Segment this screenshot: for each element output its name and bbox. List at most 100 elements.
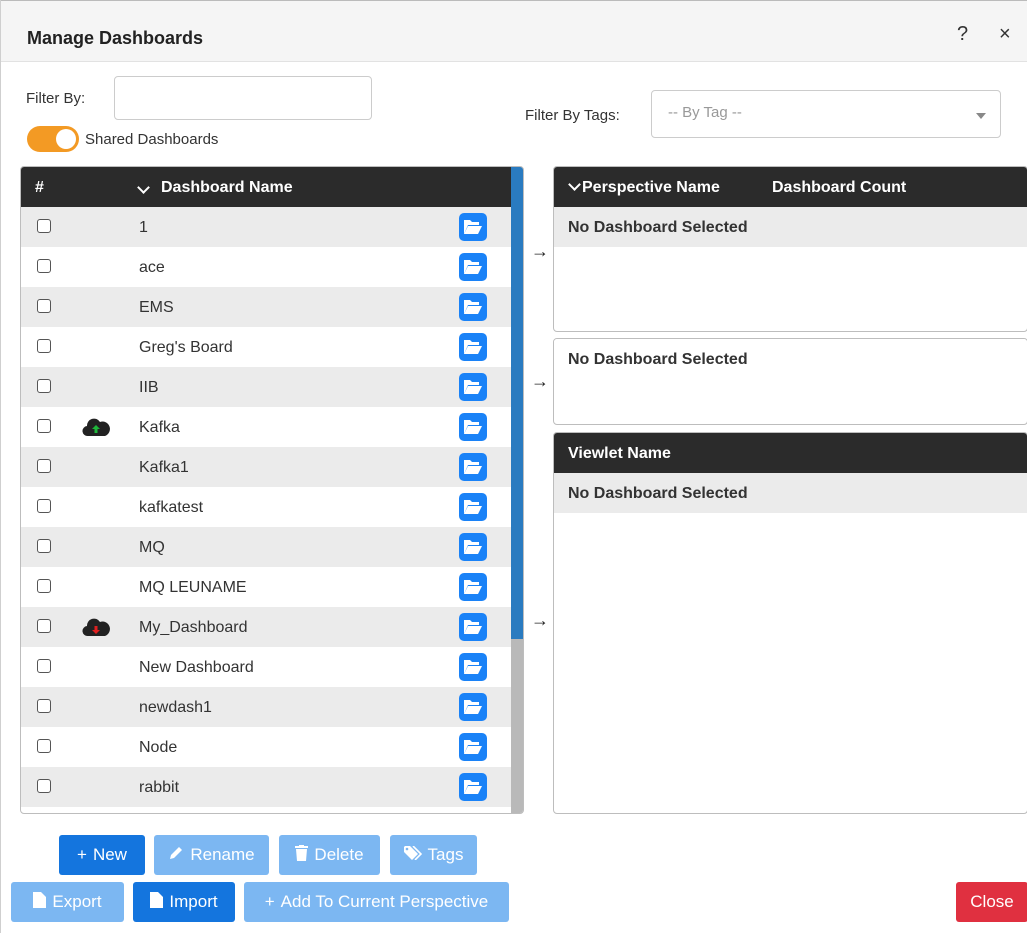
table-row[interactable]: newdash1 [21, 687, 511, 727]
open-folder-icon[interactable] [459, 613, 487, 641]
row-checkbox[interactable] [37, 339, 51, 353]
open-folder-icon[interactable] [459, 693, 487, 721]
table-row[interactable]: My_Dashboard [21, 607, 511, 647]
import-button-label: Import [169, 892, 218, 911]
table-row[interactable]: kafkatest [21, 487, 511, 527]
tag-select-placeholder: -- By Tag -- [668, 104, 742, 121]
file-icon [150, 891, 164, 913]
col-viewlet-name[interactable]: Viewlet Name [568, 445, 671, 463]
viewlet-empty-message: No Dashboard Selected [554, 473, 1027, 513]
table-header: # Dashboard Name [21, 167, 511, 207]
open-folder-icon[interactable] [459, 533, 487, 561]
open-folder-icon[interactable] [459, 773, 487, 801]
help-icon[interactable]: ? [957, 23, 968, 46]
dashboard-name[interactable]: ace [139, 259, 165, 277]
col-hash: # [35, 179, 44, 196]
row-checkbox[interactable] [37, 499, 51, 513]
table-row[interactable]: ace [21, 247, 511, 287]
table-row[interactable]: Node [21, 727, 511, 767]
table-row[interactable]: rabbit [21, 767, 511, 807]
open-folder-icon[interactable] [459, 493, 487, 521]
plus-icon: + [264, 892, 275, 911]
close-icon[interactable]: × [999, 23, 1011, 46]
row-checkbox[interactable] [37, 259, 51, 273]
row-checkbox[interactable] [37, 379, 51, 393]
manage-dashboards-dialog: Manage Dashboards ? × Filter By: Shared … [0, 0, 1027, 933]
middle-empty-message: No Dashboard Selected [554, 339, 1027, 379]
new-button[interactable]: + New [59, 835, 145, 875]
chevron-down-icon[interactable] [568, 178, 581, 191]
filter-input[interactable] [114, 76, 372, 120]
filter-by-tags-label: Filter By Tags: [525, 107, 620, 124]
middle-panel: No Dashboard Selected [553, 338, 1027, 425]
dashboard-name[interactable]: Kafka1 [139, 459, 189, 477]
row-checkbox[interactable] [37, 219, 51, 233]
table-row[interactable]: EMS [21, 287, 511, 327]
open-folder-icon[interactable] [459, 653, 487, 681]
import-button[interactable]: Import [133, 882, 235, 922]
tags-button[interactable]: Tags [390, 835, 477, 875]
open-folder-icon[interactable] [459, 253, 487, 281]
download-cloud-icon [82, 618, 110, 637]
dashboard-name[interactable]: MQ [139, 539, 165, 557]
row-checkbox[interactable] [37, 419, 51, 433]
col-dashboard-name[interactable]: Dashboard Name [161, 179, 293, 197]
add-to-perspective-label: Add To Current Perspective [280, 892, 489, 911]
table-row[interactable]: 1 [21, 207, 511, 247]
row-checkbox[interactable] [37, 619, 51, 633]
col-perspective-name[interactable]: Perspective Name [582, 179, 720, 197]
upload-cloud-icon [82, 418, 110, 437]
dashboard-name[interactable]: 1 [139, 219, 148, 237]
close-button[interactable]: Close [956, 882, 1027, 922]
open-folder-icon[interactable] [459, 293, 487, 321]
row-checkbox[interactable] [37, 539, 51, 553]
row-checkbox[interactable] [37, 779, 51, 793]
tag-select[interactable]: -- By Tag -- [651, 90, 1001, 138]
dashboard-name[interactable]: IIB [139, 379, 159, 397]
table-row[interactable]: New Dashboard [21, 647, 511, 687]
chevron-down-icon[interactable] [137, 181, 150, 194]
scrollbar-thumb[interactable] [511, 167, 523, 639]
table-row[interactable]: Greg's Board [21, 327, 511, 367]
perspective-empty-message: No Dashboard Selected [554, 207, 1027, 247]
dashboard-name[interactable]: newdash1 [139, 699, 212, 717]
row-checkbox[interactable] [37, 659, 51, 673]
open-folder-icon[interactable] [459, 453, 487, 481]
dashboard-name[interactable]: Kafka [139, 419, 180, 437]
tags-icon [403, 845, 422, 865]
dashboard-name[interactable]: rabbit [139, 779, 179, 797]
shared-dashboards-toggle[interactable] [27, 126, 79, 152]
row-checkbox[interactable] [37, 299, 51, 313]
dashboard-name[interactable]: New Dashboard [139, 659, 254, 677]
open-folder-icon[interactable] [459, 373, 487, 401]
export-button[interactable]: Export [11, 882, 124, 922]
open-folder-icon[interactable] [459, 573, 487, 601]
table-row[interactable]: MQ LEUNAME [21, 567, 511, 607]
open-folder-icon[interactable] [459, 413, 487, 441]
dashboard-name[interactable]: Greg's Board [139, 339, 233, 357]
dashboard-name[interactable]: kafkatest [139, 499, 203, 517]
row-checkbox[interactable] [37, 699, 51, 713]
delete-button[interactable]: Delete [279, 835, 380, 875]
dashboard-name[interactable]: EMS [139, 299, 174, 317]
filter-by-label: Filter By: [26, 90, 86, 107]
table-row[interactable]: Kafka1 [21, 447, 511, 487]
viewlet-header: Viewlet Name [554, 433, 1027, 473]
table-row[interactable]: IIB [21, 367, 511, 407]
open-folder-icon[interactable] [459, 333, 487, 361]
table-row[interactable]: MQ [21, 527, 511, 567]
dashboard-name[interactable]: Node [139, 739, 177, 757]
row-checkbox[interactable] [37, 739, 51, 753]
col-dashboard-count[interactable]: Dashboard Count [772, 179, 906, 197]
row-checkbox[interactable] [37, 579, 51, 593]
rename-button[interactable]: Rename [154, 835, 269, 875]
rename-button-label: Rename [190, 845, 255, 864]
table-row[interactable]: Kafka [21, 407, 511, 447]
dashboard-name[interactable]: MQ LEUNAME [139, 579, 247, 597]
arrow-right-icon: → [531, 371, 549, 391]
open-folder-icon[interactable] [459, 733, 487, 761]
row-checkbox[interactable] [37, 459, 51, 473]
open-folder-icon[interactable] [459, 213, 487, 241]
dashboard-name[interactable]: My_Dashboard [139, 619, 248, 637]
add-to-perspective-button[interactable]: + Add To Current Perspective [244, 882, 509, 922]
